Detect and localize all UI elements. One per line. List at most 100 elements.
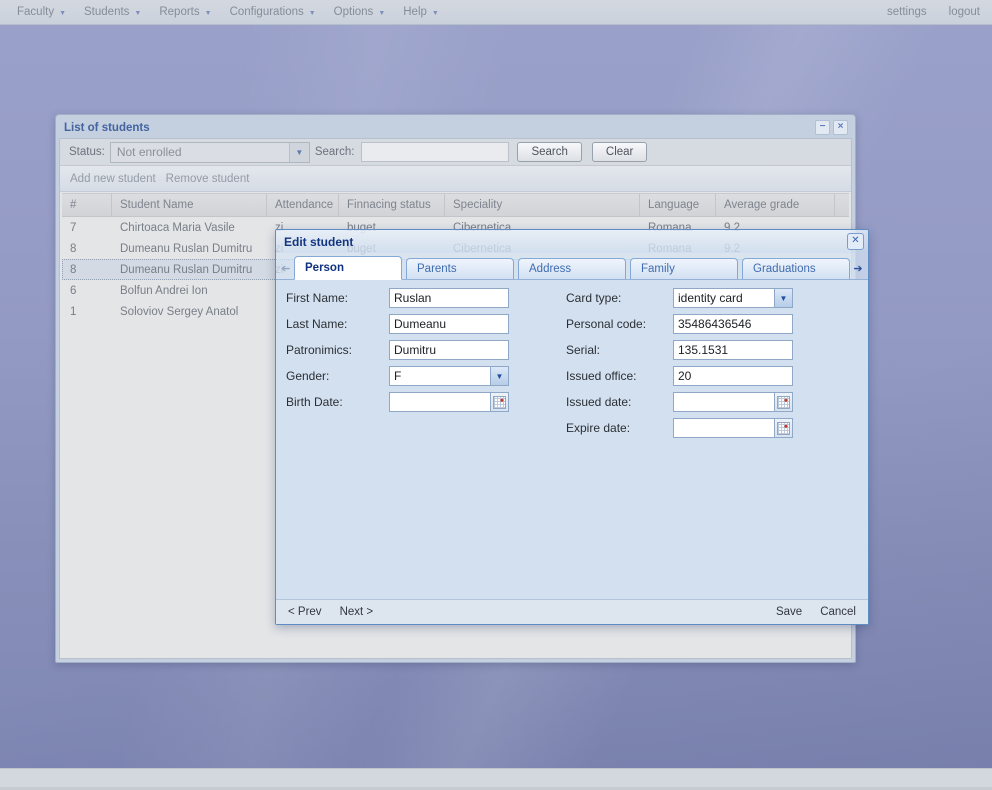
field-birth-date: Birth Date: [286,389,526,415]
table-toolbar: Add new student Remove student [60,166,851,192]
chevron-down-icon: ▼ [134,10,141,17]
menu-item-students[interactable]: Students ▼ [75,3,150,21]
calendar-grid-icon [777,422,790,435]
calendar-icon[interactable] [774,419,792,437]
tab-scroll-left-icon[interactable]: ➔ [278,257,294,279]
field-expire-date: Expire date: [566,415,806,441]
edit-student-dialog: Edit student ✕ ➔ PersonParentsAddressFam… [275,229,869,625]
search-button[interactable]: Search [517,142,581,162]
tab-graduations[interactable]: Graduations [742,258,850,279]
field-serial: Serial: [566,337,806,363]
dialog-titlebar[interactable]: Edit student ✕ [276,230,868,253]
calendar-grid-icon [777,396,790,409]
field-last-name: Last Name: [286,311,526,337]
column-header-[interactable]: # [62,194,112,216]
chevron-down-icon[interactable]: ▼ [774,289,792,307]
menu-item-reports[interactable]: Reports▼ [150,3,220,21]
menu-item-label: Configurations [230,6,304,18]
cell-name: Soloviov Sergey Anatol [112,306,267,318]
status-label: Status: [69,146,105,158]
dialog-footer: < Prev Next > Save Cancel [276,599,868,624]
menu-item-help[interactable]: Help▼ [394,3,448,21]
column-header-finnacing-status[interactable]: Finnacing status [339,194,445,216]
menu-item-label: Help [403,6,427,18]
field-personal-code: Personal code: [566,311,806,337]
menu-item-faculty[interactable]: Faculty ▼ [8,3,75,21]
clear-button[interactable]: Clear [592,142,647,162]
first-name-input[interactable] [390,289,508,307]
desktop: Faculty▼Students▼Reports▼Configurations▼… [0,0,992,790]
cell-name: Dumeanu Ruslan Dumitru [112,264,267,276]
field-label: Issued date: [566,395,673,409]
menu-left: Faculty ▼ Students ▼ Reports▼Configurations▼… [0,3,448,21]
field-patronimics: Patronimics: [286,337,526,363]
cancel-button[interactable]: Cancel [820,606,856,618]
birth-date-datefield [389,392,509,412]
status-dropdown[interactable]: Not enrolled ▼ [110,142,310,163]
issued-office-input[interactable] [674,367,792,385]
menu-item-label: Options [334,6,374,18]
logout-link[interactable]: logout [949,6,980,18]
window-titlebar[interactable]: List of students − × [59,117,852,138]
tabs: PersonParentsAddressFamilyGraduations [294,256,850,279]
dialog-close-button[interactable]: ✕ [847,233,864,250]
field-label: Expire date: [566,421,673,435]
cell-num: 8 [62,243,112,255]
minimize-button[interactable]: − [815,120,830,135]
chevron-down-icon: ▼ [59,10,66,17]
field-label: Serial: [566,343,673,357]
expire-date-datefield [673,418,793,438]
dropdown-value: identity card [674,289,775,307]
field-label: Patronimics: [286,343,389,357]
tab-scroll-right-icon[interactable]: ➔ [850,257,866,279]
prev-button[interactable]: < Prev [288,606,322,618]
field-label: First Name: [286,291,389,305]
calendar-icon[interactable] [490,393,508,411]
column-header-speciality[interactable]: Speciality [445,194,640,216]
tab-family[interactable]: Family [630,258,738,279]
patronimics-input[interactable] [390,341,508,359]
cell-num: 1 [62,306,112,318]
field-label: Issued office: [566,369,673,383]
chevron-down-icon[interactable]: ▼ [289,143,309,162]
last-name-field [389,314,509,334]
tab-person[interactable]: Person [294,256,402,280]
gender-dropdown[interactable]: F▼ [389,366,509,386]
menu-item-options[interactable]: Options▼ [325,3,395,21]
field-card-type: Card type:identity card▼ [566,285,806,311]
search-label: Search: [315,146,355,158]
menubar: Faculty ▼ Students ▼ Reports▼Configurations▼… [0,0,992,25]
add-new-student-link[interactable]: Add new student [70,173,156,185]
column-header-student-name[interactable]: Student Name [112,194,267,216]
last-name-input[interactable] [390,315,508,333]
menu-item-configurations[interactable]: Configurations▼ [221,3,325,21]
issued-date-datefield [673,392,793,412]
status-dropdown-value: Not enrolled [111,145,289,159]
patronimics-field [389,340,509,360]
menu-item-label: Reports [159,6,199,18]
column-header-language[interactable]: Language [640,194,716,216]
remove-student-link[interactable]: Remove student [166,173,250,185]
cell-num: 6 [62,285,112,297]
menu-item-label: Faculty [17,6,54,18]
calendar-icon[interactable] [774,393,792,411]
card-type-dropdown[interactable]: identity card▼ [673,288,793,308]
tab-address[interactable]: Address [518,258,626,279]
column-header-attendance[interactable]: Attendance [267,194,339,216]
menu-right: settings logout [887,6,992,18]
serial-input[interactable] [674,341,792,359]
dialog-title: Edit student [284,235,353,249]
dropdown-value: F [390,367,491,385]
tab-parents[interactable]: Parents [406,258,514,279]
close-button[interactable]: × [833,120,848,135]
filter-row: Status: Not enrolled ▼ Search: Search Cl… [60,139,851,166]
next-button[interactable]: Next > [340,606,374,618]
save-button[interactable]: Save [776,606,802,618]
personal-code-input[interactable] [674,315,792,333]
settings-link[interactable]: settings [887,6,927,18]
chevron-down-icon[interactable]: ▼ [490,367,508,385]
column-header-average-grade[interactable]: Average grade [716,194,835,216]
search-input[interactable] [361,142,509,162]
menu-item-label: Students [84,6,129,18]
dialog-tabstrip: ➔ PersonParentsAddressFamilyGraduations … [276,253,868,280]
